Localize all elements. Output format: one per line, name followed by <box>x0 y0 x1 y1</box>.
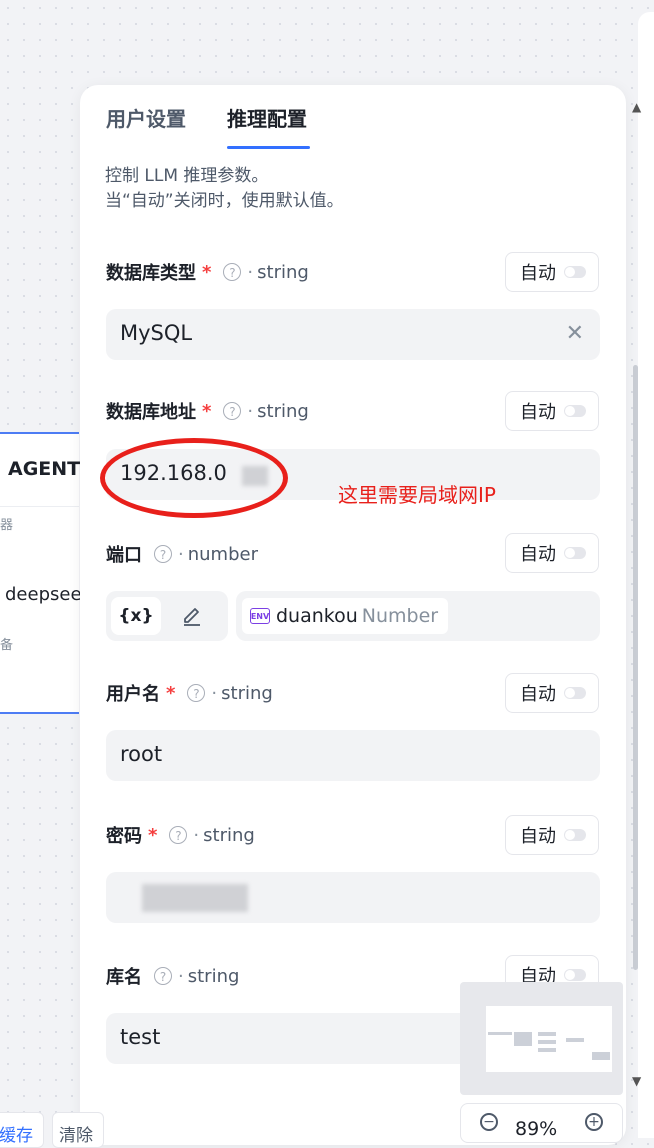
description-line-2: 当“自动”关闭时，使用默认值。 <box>105 191 344 211</box>
field-label-password: 密码 * ? · string <box>106 822 255 848</box>
help-icon[interactable]: ? <box>187 684 206 702</box>
auto-toggle-db-type[interactable]: 自动 <box>505 252 599 292</box>
pencil-icon <box>184 608 200 626</box>
username-input[interactable]: root <box>106 730 600 781</box>
toggle-switch[interactable] <box>564 266 586 278</box>
tab-inference-config[interactable]: 推理配置 <box>227 103 307 132</box>
field-type: string <box>257 261 309 283</box>
value-mode-switch: {x} <box>106 591 228 641</box>
password-input[interactable] <box>106 872 600 923</box>
agent-node-model: deepseek <box>5 584 92 605</box>
field-label-port: 端口 ? · number <box>106 541 258 567</box>
auto-toggle-password[interactable]: 自动 <box>505 815 599 855</box>
agent-node[interactable]: AGENT 器 deepseek 备 <box>0 432 92 714</box>
port-variable-field[interactable]: ENV duankou Number <box>236 591 600 641</box>
toggle-switch[interactable] <box>564 969 586 981</box>
auto-label: 自动 <box>520 684 556 705</box>
env-icon: ENV <box>250 608 270 624</box>
scroll-down-icon[interactable]: ▼ <box>632 1074 641 1088</box>
auto-label: 自动 <box>520 263 556 284</box>
toggle-switch[interactable] <box>564 687 586 699</box>
field-type: string <box>257 400 309 422</box>
tab-user-settings[interactable]: 用户设置 <box>106 103 186 132</box>
required-mark: * <box>166 682 176 704</box>
agent-node-label: 器 <box>0 518 14 533</box>
clear-button[interactable]: 清除 <box>52 1112 104 1148</box>
active-tab-indicator <box>227 146 310 149</box>
panel-description: 控制 LLM 推理参数。 当“自动”关闭时，使用默认值。 <box>105 164 344 214</box>
toggle-switch[interactable] <box>564 547 586 559</box>
auto-toggle-port[interactable]: 自动 <box>505 533 599 573</box>
help-icon[interactable]: ? <box>154 967 172 985</box>
field-name: 用户名 <box>106 684 160 705</box>
field-label-db-name: 库名 ? · string <box>106 963 239 989</box>
help-icon[interactable]: ? <box>169 826 188 844</box>
zoom-level[interactable]: 89% <box>515 1118 557 1140</box>
auto-label: 自动 <box>520 402 556 423</box>
db-type-value: MySQL <box>120 321 193 345</box>
help-icon[interactable]: ? <box>223 263 242 281</box>
cache-button[interactable]: 缓存 <box>0 1112 44 1148</box>
field-name: 数据库地址 <box>106 402 196 423</box>
auto-label: 自动 <box>520 826 556 847</box>
field-name: 端口 <box>106 545 142 566</box>
zoom-out-icon[interactable]: − <box>480 1113 498 1131</box>
env-variable-type: Number <box>361 605 439 627</box>
field-type: string <box>187 965 240 987</box>
agent-node-title: AGENT <box>8 458 81 480</box>
field-label-db-type: 数据库类型 * ? · string <box>106 259 309 285</box>
redacted-block <box>142 884 248 912</box>
db-name-value: test <box>120 1025 161 1049</box>
username-value: root <box>120 742 163 766</box>
scrollbar-thumb[interactable] <box>633 365 638 970</box>
agent-node-label-2: 备 <box>0 638 14 653</box>
db-type-select[interactable]: MySQL ✕ <box>106 309 600 360</box>
annotation-ellipse <box>100 438 288 518</box>
description-line-1: 控制 LLM 推理参数。 <box>105 166 269 186</box>
help-icon[interactable]: ? <box>223 402 242 420</box>
field-name: 数据库类型 <box>106 263 196 284</box>
field-type: string <box>203 824 255 846</box>
field-name: 密码 <box>106 826 142 847</box>
field-type: number <box>187 543 258 565</box>
minimap[interactable] <box>460 982 623 1095</box>
edit-mode-button[interactable] <box>167 597 217 635</box>
field-type: string <box>221 682 273 704</box>
env-variable-tag[interactable]: ENV duankou Number <box>242 598 449 634</box>
annotation-text: 这里需要局域网IP <box>338 483 496 507</box>
field-name: 库名 <box>106 967 142 988</box>
required-mark: * <box>202 261 212 283</box>
agent-node-divider <box>0 506 79 507</box>
zoom-control: − 89% + <box>460 1103 623 1143</box>
toggle-switch[interactable] <box>564 829 586 841</box>
auto-label: 自动 <box>520 544 556 565</box>
minimap-viewport[interactable] <box>486 1006 612 1072</box>
required-mark: * <box>148 824 158 846</box>
side-panel-edge <box>638 12 654 1138</box>
clear-icon[interactable]: ✕ <box>566 321 584 346</box>
zoom-in-icon[interactable]: + <box>585 1113 603 1131</box>
field-label-db-address: 数据库地址 * ? · string <box>106 398 309 424</box>
auto-toggle-username[interactable]: 自动 <box>505 673 599 713</box>
env-variable-name: duankou <box>276 605 358 627</box>
scroll-up-icon[interactable]: ▲ <box>632 100 641 114</box>
auto-toggle-db-address[interactable]: 自动 <box>505 391 599 431</box>
toggle-switch[interactable] <box>564 405 586 417</box>
field-label-username: 用户名 * ? · string <box>106 680 273 706</box>
variable-mode-button[interactable]: {x} <box>111 597 161 635</box>
help-icon[interactable]: ? <box>154 545 172 563</box>
required-mark: * <box>202 400 212 422</box>
